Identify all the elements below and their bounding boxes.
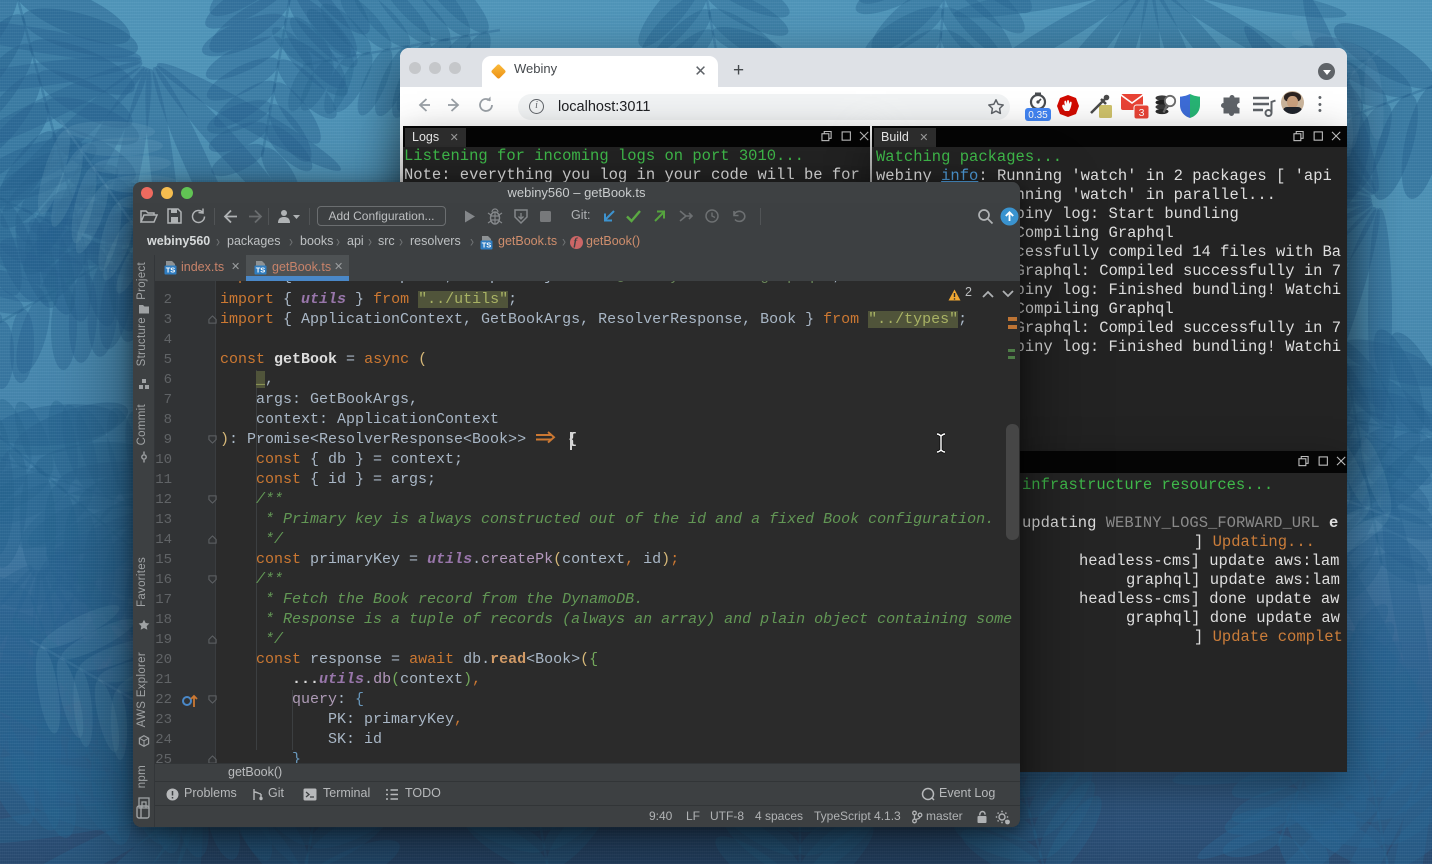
- svg-text:TS: TS: [166, 266, 176, 275]
- svg-text:TS: TS: [482, 241, 492, 250]
- svg-text:TS: TS: [256, 266, 266, 275]
- svg-text:3: 3: [1139, 107, 1145, 119]
- svg-text:0.35: 0.35: [1028, 110, 1048, 121]
